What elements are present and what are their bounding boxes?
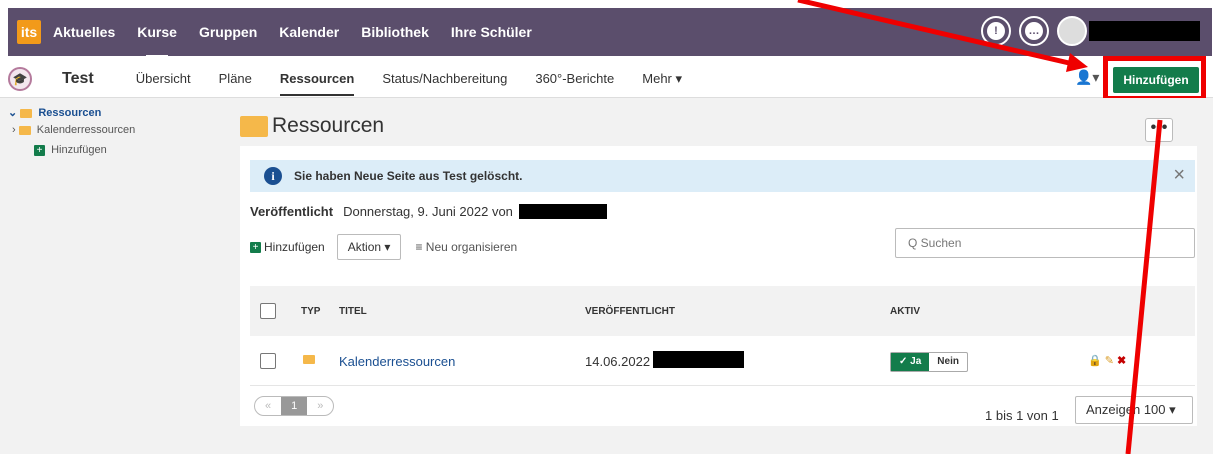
bell-icon[interactable]: !	[981, 16, 1011, 46]
page-size-select[interactable]: Anzeigen 100 ▾	[1075, 396, 1193, 424]
pagination: « 1 »	[254, 396, 335, 416]
row-checkbox[interactable]	[260, 353, 276, 369]
page-title-wrap: Ressourcen	[240, 114, 384, 138]
row-actions: 🔒 ✎ ✖	[1088, 354, 1126, 367]
resource-toolbar: + Hinzufügen Aktion ▾ ≡ Neu organisieren	[250, 234, 517, 260]
user-dropdown-icon[interactable]: 👤▾	[1075, 69, 1099, 86]
table-row: Kalenderressourcen 14.06.2022 ✓ Ja Nein …	[250, 336, 1195, 386]
action-select[interactable]: Aktion ▾	[336, 234, 402, 260]
more-options-button[interactable]: •••	[1145, 118, 1173, 142]
highlight-box	[1103, 56, 1206, 101]
tree-root[interactable]: ⌄ Ressourcen	[8, 106, 101, 119]
chevron-down-icon[interactable]: ⌄	[8, 107, 17, 119]
resources-panel: i Sie haben Neue Seite aus Test gelöscht…	[240, 146, 1197, 426]
pager-prev[interactable]: «	[255, 397, 281, 415]
nav-ihre-schueler[interactable]: Ihre Schüler	[451, 24, 532, 40]
select-all-checkbox[interactable]	[260, 303, 276, 319]
nav-kalender[interactable]: Kalender	[279, 24, 339, 40]
nav-gruppen[interactable]: Gruppen	[199, 24, 257, 40]
pager-next[interactable]: »	[307, 397, 333, 415]
tree-root-label[interactable]: Ressourcen	[38, 107, 101, 119]
folder-icon	[18, 125, 31, 135]
its-logo[interactable]: its	[17, 20, 41, 44]
edit-icon[interactable]: ✎	[1105, 355, 1114, 367]
nav-aktuelles[interactable]: Aktuelles	[53, 24, 115, 40]
folder-icon	[303, 355, 315, 364]
redacted-author	[518, 204, 607, 219]
row-published-date: 14.06.2022	[585, 354, 651, 369]
active-toggle[interactable]: ✓ Ja Nein	[890, 352, 968, 372]
tree-add[interactable]: + Hinzufügen	[34, 144, 107, 156]
tab-ressourcen[interactable]: Ressourcen	[279, 60, 355, 98]
tab-plaene[interactable]: Pläne	[219, 60, 252, 98]
nav-bibliothek[interactable]: Bibliothek	[361, 24, 429, 40]
tab-uebersicht[interactable]: Übersicht	[136, 60, 191, 98]
row-title-link[interactable]: Kalenderressourcen	[339, 354, 455, 369]
page-title: Ressourcen	[272, 114, 385, 137]
tab-360-berichte[interactable]: 360°-Berichte	[535, 60, 614, 98]
active-nav-indicator	[146, 55, 168, 58]
close-icon[interactable]: ×	[1173, 164, 1185, 187]
info-alert: i Sie haben Neue Seite aus Test gelöscht…	[250, 160, 1195, 192]
header-typ: TYP	[301, 306, 321, 317]
toggle-no[interactable]: Nein	[929, 353, 967, 371]
redacted-publisher	[653, 351, 744, 368]
folder-icon	[240, 115, 268, 137]
redacted-username	[1089, 21, 1200, 41]
course-title[interactable]: Test	[62, 70, 94, 88]
tree-child-label[interactable]: Kalenderressourcen	[37, 124, 135, 136]
main-navigation: its Aktuelles Kurse Gruppen Kalender Bib…	[8, 8, 1212, 56]
delete-icon[interactable]: ✖	[1117, 355, 1126, 367]
sidebar: ⌄ Ressourcen › Kalenderressourcen + Hinz…	[0, 98, 228, 454]
search-input[interactable]: Q Suchen	[895, 228, 1195, 258]
header-aktiv: AKTIV	[890, 306, 920, 317]
top-bar: its Aktuelles Kurse Gruppen Kalender Bib…	[0, 0, 1213, 60]
published-info: Veröffentlicht Donnerstag, 9. Juni 2022 …	[250, 204, 607, 219]
header-titel[interactable]: TITEL	[339, 306, 367, 317]
toolbar-add[interactable]: Hinzufügen	[264, 240, 325, 254]
reorganize-button[interactable]: ≡ Neu organisieren	[415, 240, 517, 254]
chevron-right-icon[interactable]: ›	[12, 124, 16, 136]
published-label: Veröffentlicht	[250, 204, 334, 219]
tree-add-label[interactable]: Hinzufügen	[51, 144, 107, 156]
graduation-cap-icon: 🎓	[8, 66, 32, 91]
plus-icon: +	[34, 144, 45, 156]
alert-message: Sie haben Neue Seite aus Test gelöscht.	[294, 169, 523, 183]
info-icon: i	[264, 167, 282, 185]
course-subnav: 🎓 Test Übersicht Pläne Ressourcen Status…	[0, 60, 1213, 98]
avatar[interactable]	[1057, 16, 1087, 46]
published-text: Donnerstag, 9. Juni 2022 von	[343, 204, 513, 219]
chat-icon[interactable]: …	[1019, 16, 1049, 46]
top-right-controls: ! …	[973, 16, 1200, 46]
toggle-yes[interactable]: ✓ Ja	[891, 353, 930, 371]
tab-status-nachbereitung[interactable]: Status/Nachbereitung	[382, 60, 507, 98]
plus-icon: +	[250, 241, 261, 253]
lock-icon[interactable]: 🔒	[1088, 355, 1102, 367]
tree-child[interactable]: › Kalenderressourcen	[12, 124, 135, 136]
result-counter: 1 bis 1 von 1	[985, 408, 1059, 423]
header-veroeffentlicht[interactable]: VERÖFFENTLICHT	[585, 306, 675, 317]
nav-kurse[interactable]: Kurse	[137, 24, 177, 40]
table-header: TYP TITEL VERÖFFENTLICHT AKTIV	[250, 286, 1195, 336]
tab-mehr[interactable]: Mehr ▾	[642, 60, 682, 98]
folder-icon	[20, 108, 33, 118]
pager-current[interactable]: 1	[281, 397, 308, 415]
main-content: Ressourcen ••• i Sie haben Neue Seite au…	[228, 98, 1213, 454]
